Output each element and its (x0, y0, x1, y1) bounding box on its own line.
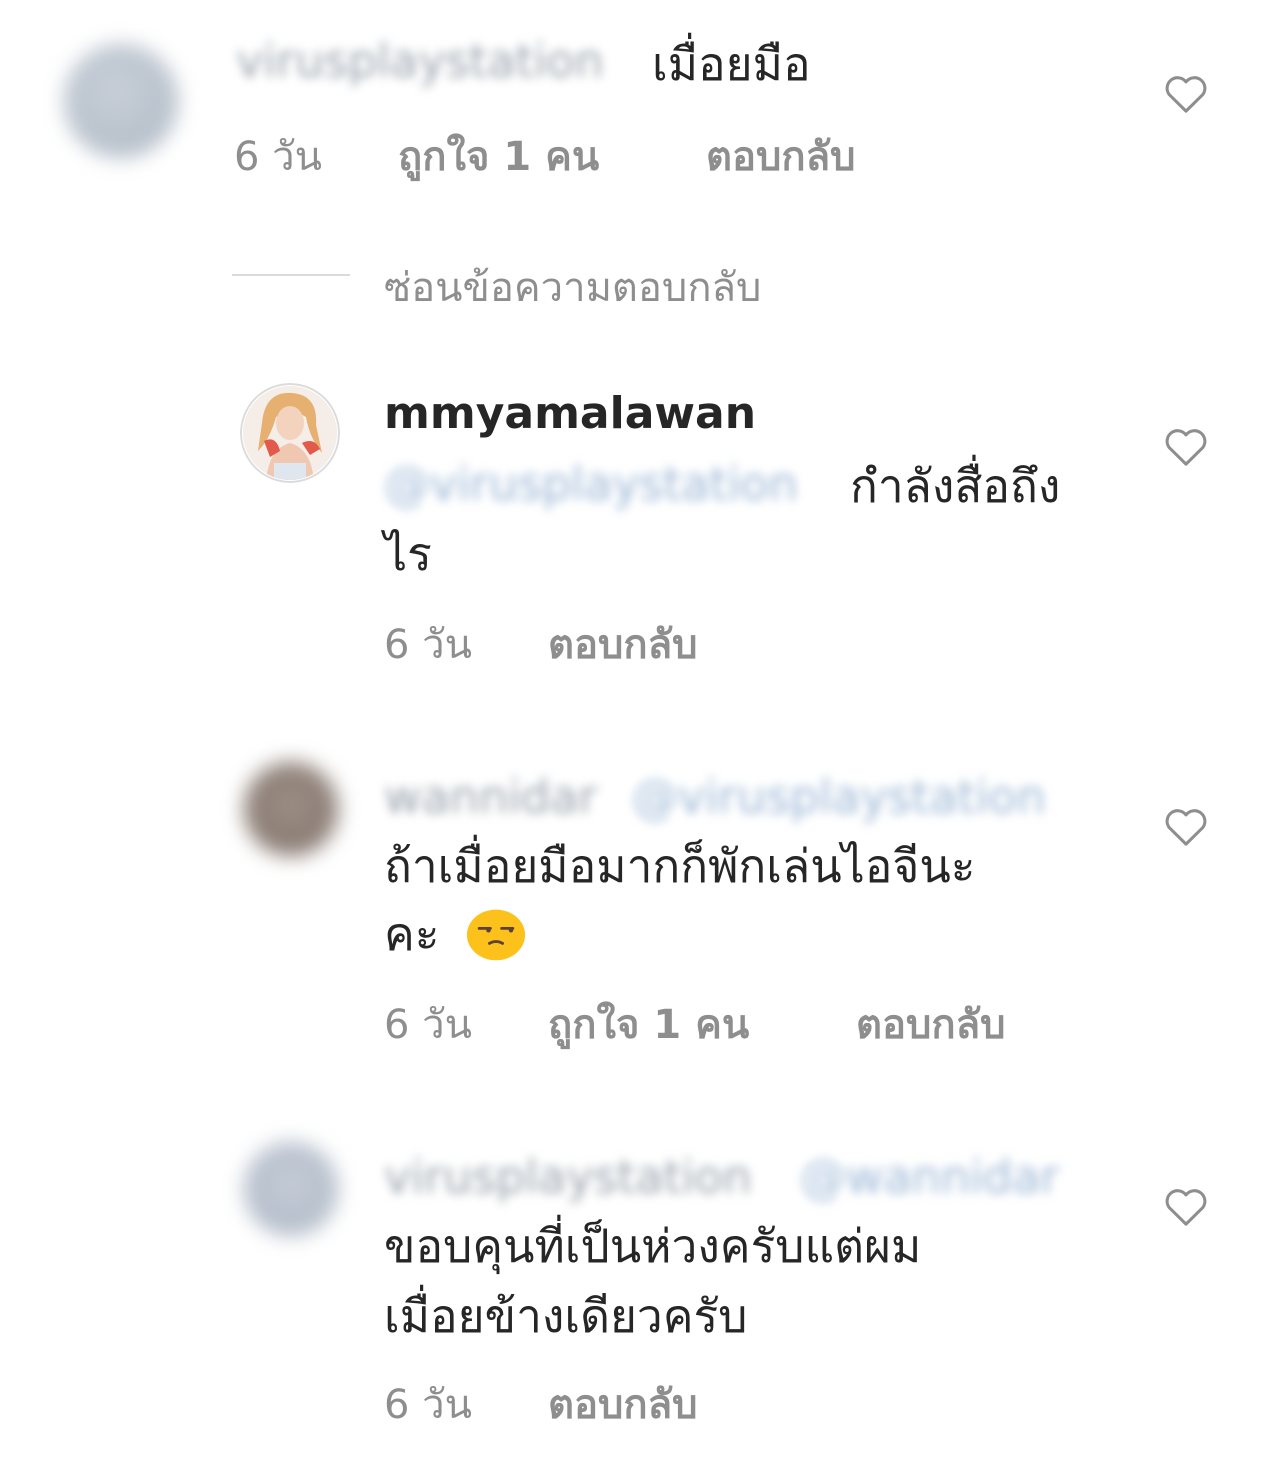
mention-link[interactable]: @virusplaystation (384, 457, 798, 511)
avatar[interactable] (244, 1142, 338, 1236)
comment-text: เมื่อยข้างเดียวครับ (384, 1289, 748, 1343)
reply-button[interactable]: ตอบกลับ (548, 1372, 698, 1436)
comment-username[interactable]: wannidar (384, 770, 597, 824)
hide-replies-button[interactable]: ซ่อนข้อความตอบกลับ (384, 255, 761, 319)
heart-icon[interactable] (1163, 805, 1209, 847)
reply-button[interactable]: ตอบกลับ (856, 992, 1006, 1056)
comment-text: ไร (384, 527, 432, 581)
heart-icon[interactable] (1163, 425, 1209, 467)
comment-time: 6 วัน (234, 134, 322, 180)
reply-button[interactable]: ตอบกลับ (548, 612, 698, 676)
comment-time: 6 วัน (384, 1382, 472, 1428)
comment-text: คะ (384, 907, 440, 961)
heart-icon[interactable] (1163, 1185, 1209, 1227)
comment-username[interactable]: virusplaystation (236, 34, 604, 88)
comment-text: กำลังสื่อถึง (850, 459, 1061, 513)
comment-text: ถ้าเมื่อยมือมากก็พักเล่นไอจีนะ (384, 839, 976, 893)
avatar[interactable] (64, 44, 178, 158)
heart-icon[interactable] (1163, 72, 1209, 114)
avatar[interactable] (240, 383, 340, 483)
hide-replies-line (232, 274, 350, 276)
reply-button[interactable]: ตอบกลับ (706, 124, 856, 188)
avatar[interactable] (244, 762, 338, 856)
comment-time: 6 วัน (384, 1002, 472, 1048)
comment-text: เมื่อยมือ (652, 37, 811, 91)
comment-time: 6 วัน (384, 622, 472, 668)
likes-count[interactable]: ถูกใจ 1 คน (548, 992, 749, 1056)
likes-count[interactable]: ถูกใจ 1 คน (398, 124, 599, 188)
comment-text: ขอบคุนที่เป็นห่วงครับแต่ผม (384, 1219, 922, 1273)
mention-link[interactable]: @wannidar (800, 1150, 1059, 1204)
mention-link[interactable]: @virusplaystation (632, 770, 1046, 824)
comment-username[interactable]: mmyamalawan (384, 388, 756, 439)
comment-username[interactable]: virusplaystation (384, 1150, 752, 1204)
unamused-emoji-icon (466, 909, 526, 961)
